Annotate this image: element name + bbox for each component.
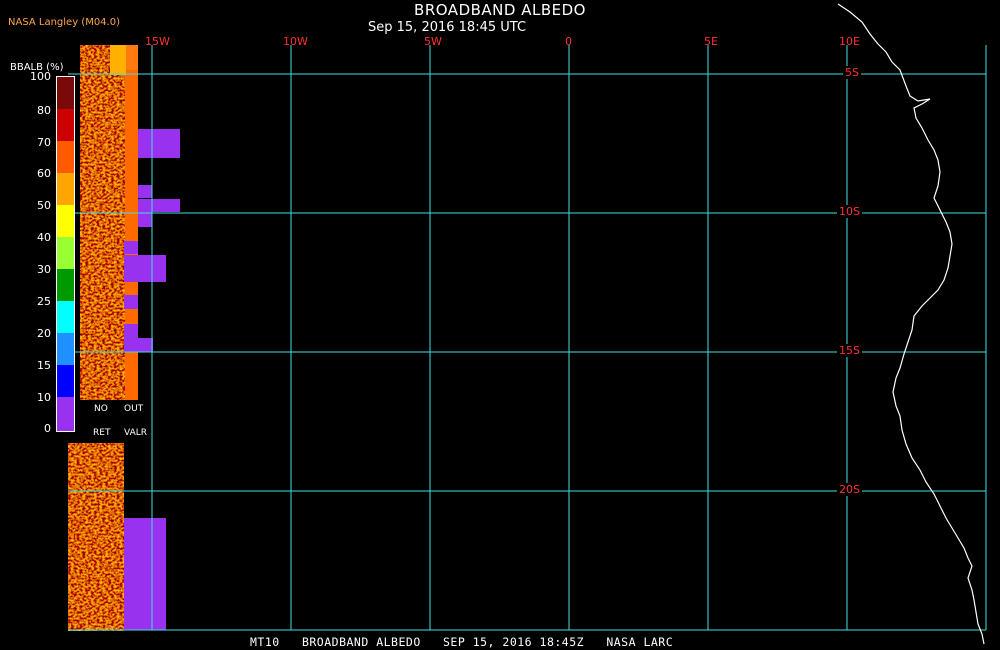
legend-no: NO: [94, 404, 108, 414]
colorbar-tick: 15: [37, 359, 51, 372]
colorbar-cell: [57, 109, 74, 141]
lon-label-5e: 5E: [704, 35, 718, 48]
lon-label-0: 0: [565, 35, 572, 48]
graticule: [68, 45, 987, 631]
map-canvas: [68, 3, 987, 645]
swath-south-texture: [68, 443, 124, 631]
colorbar-tick: 100: [30, 70, 51, 83]
lat-label-20s: 20S: [837, 483, 862, 496]
colorbar-cell: [57, 141, 74, 173]
swath-north-texture: [80, 45, 125, 400]
colorbar-cell: [57, 301, 74, 333]
colorbar-cell: [57, 237, 74, 269]
colorbar-tick: 70: [37, 136, 51, 149]
colorbar-tick: 30: [37, 263, 51, 276]
lon-label-5w: 5W: [424, 35, 442, 48]
colorbar-cell: [57, 397, 74, 431]
colorbar-tick: 80: [37, 104, 51, 117]
colorbar: [56, 76, 75, 432]
colorbar-tick: 10: [37, 391, 51, 404]
colorbar-tick: 40: [37, 231, 51, 244]
colorbar-tick: 20: [37, 327, 51, 340]
colorbar-cell: [57, 205, 74, 237]
colorbar-cell: [57, 365, 74, 397]
colorbar-tick: 50: [37, 199, 51, 212]
colorbar-tick: 25: [37, 295, 51, 308]
legend-out: OUT: [124, 404, 144, 414]
footer-caption: MT10 BROADBAND ALBEDO SEP 15, 2016 18:45…: [250, 635, 674, 649]
legend-valr: VALR: [124, 428, 148, 438]
legend-ret: RET: [93, 428, 111, 438]
lon-label-10e: 10E: [839, 35, 860, 48]
colorbar-cell: [57, 173, 74, 205]
colorbar-cell: [57, 77, 74, 109]
coastline: [837, 3, 985, 645]
lat-label-5s: 5S: [843, 66, 861, 79]
lon-label-15w: 15W: [145, 35, 170, 48]
colorbar-tick: 0: [44, 422, 51, 435]
data-swaths: [68, 45, 180, 631]
lat-label-10s: 10S: [837, 205, 862, 218]
colorbar-cell: [57, 269, 74, 301]
colorbar-cell: [57, 333, 74, 365]
lon-label-10w: 10W: [283, 35, 308, 48]
colorbar-tick: 60: [37, 167, 51, 180]
lat-label-15s: 15S: [837, 344, 862, 357]
